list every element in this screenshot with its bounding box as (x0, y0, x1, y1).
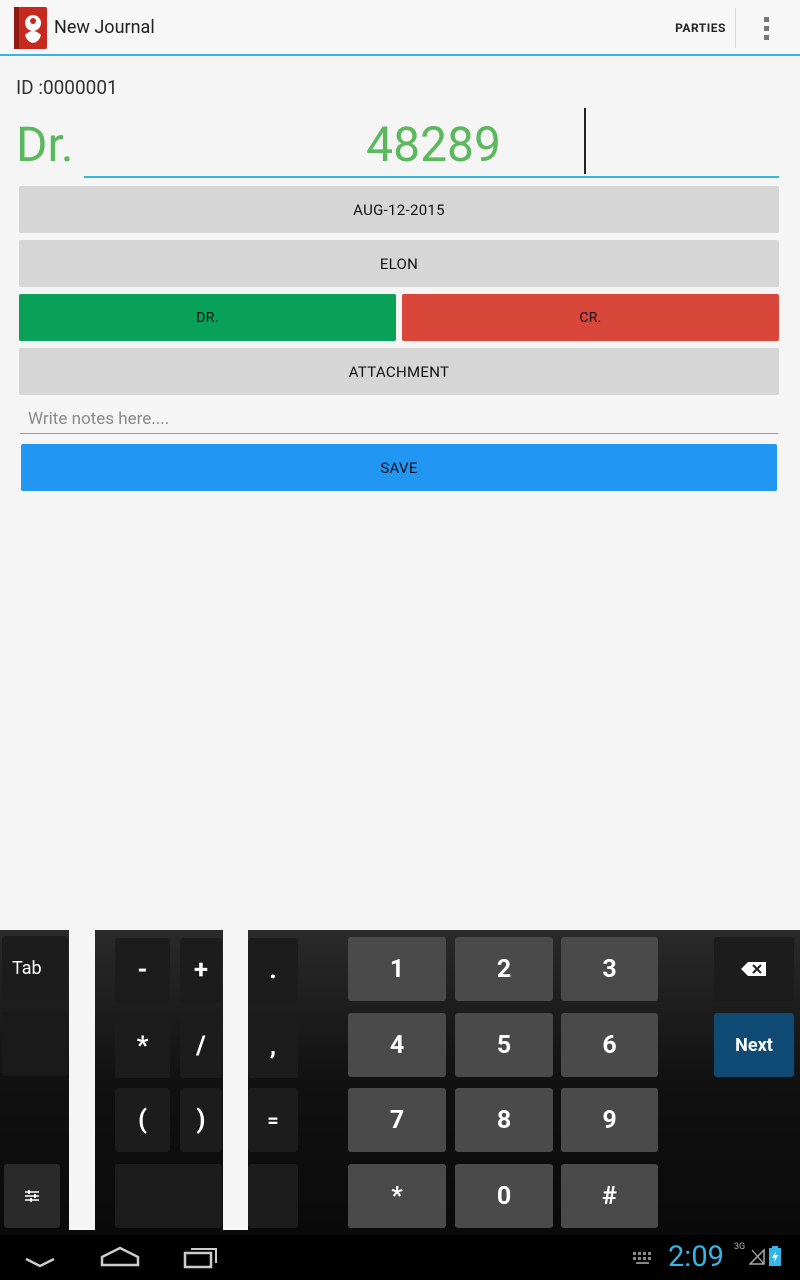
text-cursor (584, 108, 586, 174)
action-bar: New Journal PARTIES (0, 0, 800, 56)
status-icons: 3G (734, 1242, 782, 1268)
tab-key[interactable]: Tab (2, 936, 68, 1000)
journal-id-label: ID :0000001 (16, 76, 118, 99)
equals-key[interactable]: = (248, 1088, 298, 1152)
date-button[interactable]: AUG-12-2015 (19, 186, 779, 233)
attachment-button[interactable]: ATTACHMENT (19, 348, 779, 395)
slash-key[interactable]: / (180, 1014, 222, 1078)
credit-button[interactable]: CR. (402, 294, 779, 341)
right-paren-key[interactable]: ) (180, 1088, 222, 1152)
minus-key[interactable]: - (115, 938, 170, 1002)
keyboard-settings-icon[interactable] (4, 1164, 60, 1228)
hash-key[interactable]: # (561, 1164, 658, 1228)
keyboard-blank-key (2, 1012, 68, 1076)
asterisk-key[interactable]: * (115, 1014, 170, 1078)
digit-9-key[interactable]: 9 (561, 1088, 658, 1152)
space-key[interactable] (115, 1164, 222, 1228)
signal-icon (749, 1248, 765, 1265)
next-key[interactable]: Next (714, 1013, 794, 1077)
blank-key[interactable] (248, 1164, 298, 1228)
more-vert-icon[interactable] (746, 8, 786, 48)
left-paren-key[interactable]: ( (115, 1088, 170, 1152)
parties-button[interactable]: PARTIES (666, 8, 736, 48)
app-title: New Journal (54, 17, 155, 38)
system-nav-bar: 2:09 3G (0, 1235, 800, 1280)
debit-button[interactable]: DR. (19, 294, 396, 341)
save-button[interactable]: SAVE (21, 444, 777, 491)
digit-7-key[interactable]: 7 (348, 1088, 446, 1152)
ganesha-book-icon[interactable] (12, 5, 50, 51)
notes-input[interactable]: Write notes here.... (20, 402, 778, 434)
keyboard-gap (69, 930, 95, 1230)
amount-value: 48289 (366, 116, 501, 173)
plus-key[interactable]: + (180, 938, 222, 1002)
amount-input[interactable]: 48289 (84, 106, 779, 178)
digit-3-key[interactable]: 3 (561, 937, 658, 1001)
digit-2-key[interactable]: 2 (455, 937, 553, 1001)
digit-5-key[interactable]: 5 (455, 1013, 553, 1077)
party-button[interactable]: ELON (19, 240, 779, 287)
digit-0-key[interactable]: 0 (455, 1164, 553, 1228)
digit-8-key[interactable]: 8 (455, 1088, 553, 1152)
screen: New Journal PARTIES ID :0000001 Dr. 4828… (0, 0, 800, 1280)
entry-type-prefix: Dr. (16, 116, 74, 173)
battery-charging-icon (769, 1246, 782, 1266)
network-type: 3G (734, 1242, 746, 1252)
backspace-icon[interactable] (714, 937, 794, 1001)
home-icon[interactable] (90, 1241, 150, 1273)
notes-placeholder: Write notes here.... (28, 409, 170, 429)
clock: 2:09 (668, 1240, 724, 1274)
digit-1-key[interactable]: 1 (348, 937, 446, 1001)
recent-apps-icon[interactable] (170, 1241, 230, 1273)
period-key[interactable]: . (248, 938, 298, 1002)
numeric-keyboard: Tab - + . * / , ( ) = 1 2 3 4 5 6 7 8 9 … (0, 930, 800, 1235)
back-icon[interactable] (10, 1241, 70, 1273)
star-key[interactable]: * (348, 1164, 446, 1228)
digit-4-key[interactable]: 4 (348, 1013, 446, 1077)
digit-6-key[interactable]: 6 (561, 1013, 658, 1077)
keyboard-icon (633, 1252, 651, 1264)
keyboard-gap (223, 930, 248, 1230)
comma-key[interactable]: , (248, 1014, 298, 1078)
